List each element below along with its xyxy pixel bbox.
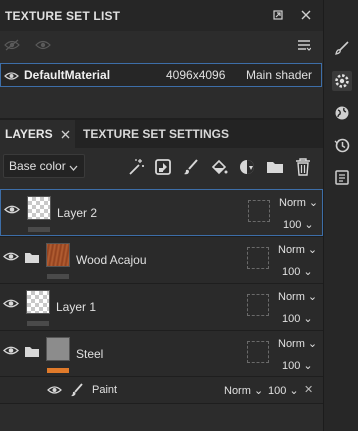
chevron-down-icon: ⌄ (307, 291, 318, 303)
folder-icon[interactable] (264, 156, 286, 178)
layer-thumbnail[interactable] (46, 243, 70, 267)
texture-set-name: DefaultMaterial (24, 68, 111, 82)
opacity-select[interactable]: 100 ⌄ (282, 359, 313, 372)
paint-brush-icon (70, 383, 84, 400)
eye-icon[interactable] (47, 384, 62, 398)
channel-select[interactable]: Base color (3, 154, 85, 178)
chevron-down-icon: ⌄ (303, 360, 313, 372)
layer-row-wood-acajou[interactable]: Wood Acajou Norm ⌄ 100 ⌄ (0, 236, 323, 283)
layer-thumbnail-bar (28, 227, 50, 232)
tab-layers[interactable]: LAYERS (0, 120, 75, 148)
texture-set-toolbar (0, 31, 323, 61)
layer-name[interactable]: Layer 1 (56, 300, 96, 314)
folder-icon (24, 251, 40, 264)
eye-icon[interactable] (3, 251, 21, 265)
layer-row-layer-1[interactable]: Layer 1 Norm ⌄ 100 ⌄ (0, 283, 323, 330)
effect-row-paint[interactable]: Paint Norm ⌄ 100 ⌄ ✕ (0, 376, 323, 403)
tab-texture-set-settings-label: TEXTURE SET SETTINGS (83, 127, 230, 141)
opacity-value: 100 (282, 360, 301, 372)
opacity-value: 100 (282, 313, 301, 325)
opacity-select[interactable]: 100 ⌄ (282, 265, 313, 278)
effect-blend-value: Norm (224, 385, 251, 397)
globe-icon[interactable] (332, 103, 352, 123)
eye-icon[interactable] (4, 204, 22, 218)
paint-brush-icon[interactable] (180, 156, 202, 178)
chevron-down-icon: ⌄ (307, 244, 318, 256)
clipboard-icon[interactable] (332, 167, 352, 187)
trash-icon[interactable] (292, 156, 314, 178)
solo-visibility-icon[interactable] (35, 39, 51, 54)
fill-bucket-icon[interactable] (208, 156, 230, 178)
layer-tabs: LAYERS TEXTURE SET SETTINGS (0, 120, 323, 148)
layer-thumbnail[interactable] (46, 337, 70, 361)
layer-name[interactable]: Layer 2 (57, 206, 97, 220)
chevron-down-icon: ⌄ (303, 266, 313, 278)
right-tool-strip (323, 0, 358, 431)
layer-row-layer-2[interactable]: Layer 2 Norm ⌄ 100 ⌄ (0, 189, 323, 236)
texture-set-shader[interactable]: Main shader (246, 68, 312, 82)
blend-mode-value: Norm (278, 244, 305, 256)
layer-toolbar: Base color (0, 148, 323, 186)
layer-thumbnail-bar (27, 321, 49, 326)
blend-mode-select[interactable]: Norm ⌄ (278, 337, 317, 350)
float-panel-icon[interactable] (270, 7, 286, 23)
layer-thumbnail[interactable] (27, 196, 51, 220)
eye-icon[interactable] (3, 298, 21, 312)
close-panel-icon[interactable] (298, 7, 314, 23)
chevron-down-icon: ⌄ (307, 338, 318, 350)
opacity-select[interactable]: 100 ⌄ (283, 218, 314, 231)
blend-mode-value: Norm (278, 338, 305, 350)
effect-name[interactable]: Paint (92, 384, 117, 396)
effect-opacity-select[interactable]: 100 ⌄ (268, 384, 299, 397)
gear-icon[interactable] (332, 71, 352, 91)
effect-blend-select[interactable]: Norm ⌄ (224, 384, 263, 397)
layer-thumbnail-bar (47, 368, 69, 373)
mask-icon[interactable] (236, 156, 258, 178)
chevron-down-icon: ⌄ (304, 219, 314, 231)
close-icon[interactable]: ✕ (304, 383, 313, 396)
texture-set-resolution: 4096x4096 (166, 68, 226, 82)
chevron-down-icon: ⌄ (286, 385, 299, 397)
chevron-down-icon: ⌄ (250, 385, 264, 397)
blend-mode-select[interactable]: Norm ⌄ (278, 243, 317, 256)
layer-stack-empty-area (0, 403, 323, 431)
blend-mode-select[interactable]: Norm ⌄ (279, 196, 318, 209)
effect-opacity-value: 100 (268, 385, 287, 397)
texture-set-list-title: TEXTURE SET LIST (5, 9, 121, 23)
chevron-down-icon: ⌄ (303, 313, 313, 325)
mask-slot[interactable] (247, 247, 269, 269)
opacity-value: 100 (282, 266, 301, 278)
layer-thumbnail[interactable] (26, 290, 50, 314)
chevron-down-icon: ⌄ (308, 197, 319, 209)
opacity-value: 100 (283, 219, 302, 231)
list-menu-icon[interactable] (297, 39, 312, 54)
texture-set-row[interactable]: DefaultMaterial 4096x4096 Main shader (0, 63, 322, 87)
channel-select-value: Base color (9, 159, 66, 173)
chevron-down-icon (69, 160, 78, 174)
layer-thumbnail-bar (47, 274, 69, 279)
blend-mode-value: Norm (278, 291, 305, 303)
texture-set-list-header: TEXTURE SET LIST (0, 0, 323, 31)
add-layer-icon[interactable] (152, 156, 174, 178)
tab-texture-set-settings[interactable]: TEXTURE SET SETTINGS (79, 120, 229, 148)
blend-mode-select[interactable]: Norm ⌄ (278, 290, 317, 303)
layer-name[interactable]: Wood Acajou (76, 253, 147, 267)
visibility-all-icon[interactable] (4, 39, 20, 54)
tab-layers-label: LAYERS (5, 127, 53, 141)
mask-slot[interactable] (247, 341, 269, 363)
magic-wand-icon[interactable] (125, 156, 147, 178)
opacity-select[interactable]: 100 ⌄ (282, 312, 313, 325)
mask-slot[interactable] (248, 200, 270, 222)
mask-slot[interactable] (247, 294, 269, 316)
main-panel: TEXTURE SET LIST DefaultMaterial 4096x40… (0, 0, 323, 431)
eye-icon[interactable] (4, 70, 19, 84)
brush-icon[interactable] (332, 38, 352, 58)
history-icon[interactable] (332, 135, 352, 155)
layer-name[interactable]: Steel (76, 347, 103, 361)
blend-mode-value: Norm (279, 197, 306, 209)
close-tab-icon[interactable] (61, 130, 70, 139)
folder-icon (24, 345, 40, 358)
eye-icon[interactable] (3, 345, 21, 359)
layer-row-steel[interactable]: Steel Norm ⌄ 100 ⌄ (0, 330, 323, 377)
